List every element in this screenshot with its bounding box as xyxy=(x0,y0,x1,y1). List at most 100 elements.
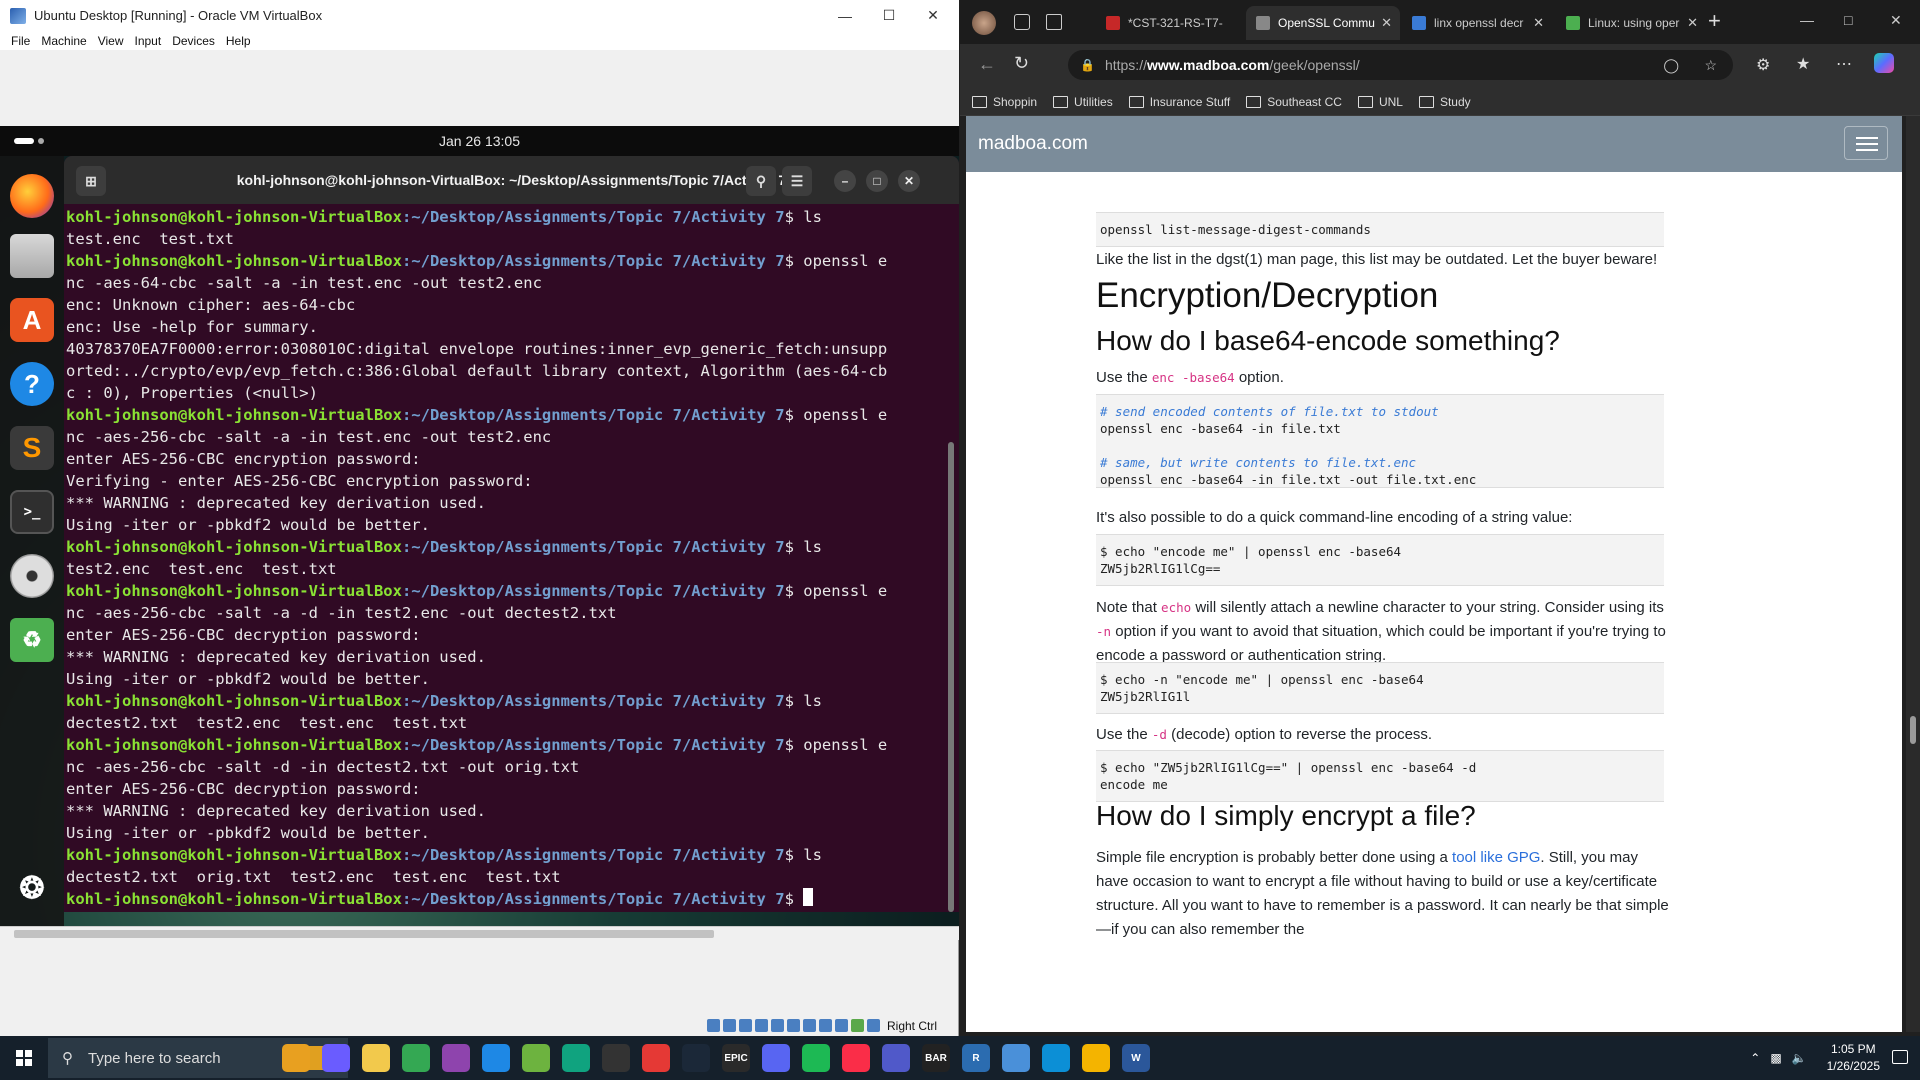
itunes-icon[interactable] xyxy=(842,1044,870,1072)
optical-icon[interactable] xyxy=(722,1019,736,1032)
menu-file[interactable]: File xyxy=(11,34,30,48)
more-menu-icon[interactable]: ⋯ xyxy=(1836,54,1852,74)
word-icon[interactable]: W xyxy=(1122,1044,1150,1072)
terminal-scrollbar[interactable] xyxy=(948,442,954,912)
workspaces-icon[interactable] xyxy=(1014,14,1030,30)
minimize-button[interactable]: — xyxy=(822,0,868,31)
tab-actions-icon[interactable] xyxy=(1046,14,1062,30)
topbar-clock[interactable]: Jan 26 13:05 xyxy=(0,126,959,156)
terminal-window[interactable]: ⊞ kohl-johnson@kohl-johnson-VirtualBox: … xyxy=(64,156,959,912)
menu-help[interactable]: Help xyxy=(226,34,251,48)
vscode-icon[interactable] xyxy=(482,1044,510,1072)
site-brand[interactable]: madboa.com xyxy=(978,133,1088,155)
refresh-icon[interactable]: ↻ xyxy=(1014,53,1029,74)
terminal-maximize-button[interactable]: □ xyxy=(866,170,888,192)
menu-devices[interactable]: Devices xyxy=(172,34,215,48)
browser-close-button[interactable]: ✕ xyxy=(1890,12,1902,29)
new-tab-icon[interactable]: ⊞ xyxy=(76,166,106,196)
folder-icon[interactable] xyxy=(362,1044,390,1072)
url-bar[interactable]: 🔒 https://www.madboa.com/geek/openssl/ ◯… xyxy=(1068,50,1733,80)
back-icon[interactable]: ← xyxy=(978,54,996,75)
copilot-icon[interactable] xyxy=(322,1044,350,1072)
firefox-icon[interactable] xyxy=(10,174,54,218)
profile-avatar[interactable] xyxy=(972,11,996,35)
menu-view[interactable]: View xyxy=(98,34,124,48)
trash-icon[interactable]: ♻ xyxy=(10,618,54,662)
explorer-icon[interactable] xyxy=(1082,1044,1110,1072)
page-scrollbar[interactable] xyxy=(1906,116,1920,1032)
recording-icon[interactable] xyxy=(818,1019,832,1032)
show-hidden-icons[interactable]: ⌃ xyxy=(1750,1051,1760,1065)
notification-icon[interactable] xyxy=(1892,1050,1908,1064)
hdd-icon[interactable] xyxy=(706,1019,720,1032)
network-icon[interactable]: ▩ xyxy=(1770,1051,1781,1065)
spotify-icon[interactable] xyxy=(802,1044,830,1072)
extensions-icon[interactable]: ⚙ xyxy=(1756,55,1770,75)
rstudio-icon[interactable]: R xyxy=(962,1044,990,1072)
close-button[interactable]: ✕ xyxy=(910,0,956,31)
vm-horizontal-scrollbar[interactable] xyxy=(0,926,959,940)
fav-folder-study[interactable]: Study xyxy=(1419,95,1471,109)
files-icon[interactable] xyxy=(10,234,54,278)
help-icon[interactable]: ? xyxy=(10,362,54,406)
lock-icon[interactable]: 🔒 xyxy=(1080,58,1095,72)
fav-folder-shoppin[interactable]: Shoppin xyxy=(972,95,1037,109)
taskbar-clock[interactable]: 1:05 PM 1/26/2025 xyxy=(1827,1041,1880,1075)
spring-icon[interactable] xyxy=(522,1044,550,1072)
display-icon[interactable] xyxy=(802,1019,816,1032)
app-center-icon[interactable]: A xyxy=(10,298,54,342)
show-apps-icon[interactable]: ❂ xyxy=(10,866,54,910)
fav-folder-unl[interactable]: UNL xyxy=(1358,95,1403,109)
shared-folder-icon[interactable] xyxy=(786,1019,800,1032)
keyboard-icon[interactable] xyxy=(866,1019,880,1032)
audio-icon[interactable] xyxy=(738,1019,752,1032)
menu-input[interactable]: Input xyxy=(135,34,162,48)
steam-icon[interactable] xyxy=(682,1044,710,1072)
tab-linux[interactable]: Linux: using oper ✕ xyxy=(1556,6,1706,40)
search-icon[interactable]: ⚲ xyxy=(746,166,776,196)
visual-studio-icon[interactable] xyxy=(442,1044,470,1072)
tab-openssl[interactable]: OpenSSL Commu ✕ xyxy=(1246,6,1400,40)
terminal-minimize-button[interactable]: – xyxy=(834,170,856,192)
mouse-icon[interactable] xyxy=(850,1019,864,1032)
volume-icon[interactable]: 🔈 xyxy=(1792,1051,1807,1065)
edge-icon[interactable] xyxy=(1042,1044,1070,1072)
browser-restore-button[interactable]: □ xyxy=(1844,12,1852,28)
terminal-icon[interactable]: >_ xyxy=(10,490,54,534)
close-tab-icon[interactable]: ✕ xyxy=(1381,15,1392,31)
dvd-icon[interactable] xyxy=(10,554,54,598)
reader-icon[interactable]: ◯ xyxy=(1663,57,1679,74)
sublime-text-icon[interactable]: S xyxy=(10,426,54,470)
new-tab-button[interactable]: + xyxy=(1708,8,1721,34)
epic-games-icon[interactable]: EPIC xyxy=(722,1044,750,1072)
discord-icon[interactable] xyxy=(762,1044,790,1072)
chrome-icon[interactable] xyxy=(402,1044,430,1072)
fav-folder-southeast-cc[interactable]: Southeast CC xyxy=(1246,95,1342,109)
tab-search[interactable]: linx openssl decr ✕ xyxy=(1402,6,1552,40)
inkscape-icon[interactable] xyxy=(602,1044,630,1072)
menu-machine[interactable]: Machine xyxy=(41,34,86,48)
file-explorer-icon[interactable] xyxy=(282,1044,310,1072)
browser-minimize-button[interactable]: — xyxy=(1800,12,1814,28)
virtualbox-icon[interactable] xyxy=(1002,1044,1030,1072)
usb-icon[interactable] xyxy=(770,1019,784,1032)
close-tab-icon[interactable]: ✕ xyxy=(1533,15,1544,31)
favorite-star-icon[interactable]: ☆ xyxy=(1704,57,1717,74)
teams-icon[interactable] xyxy=(882,1044,910,1072)
terminal-close-button[interactable]: ✕ xyxy=(898,170,920,192)
cpu-icon[interactable] xyxy=(834,1019,848,1032)
favorites-icon[interactable]: ★ xyxy=(1796,54,1810,74)
bar-icon[interactable]: BAR xyxy=(922,1044,950,1072)
fav-folder-insurance[interactable]: Insurance Stuff xyxy=(1129,95,1231,109)
gpg-link[interactable]: tool like GPG xyxy=(1452,849,1540,866)
copilot-icon[interactable] xyxy=(1874,53,1894,73)
tab-cst321[interactable]: *CST-321-RS-T7- xyxy=(1096,6,1224,40)
close-tab-icon[interactable]: ✕ xyxy=(1687,15,1698,31)
network-icon[interactable] xyxy=(754,1019,768,1032)
fav-folder-utilities[interactable]: Utilities xyxy=(1053,95,1113,109)
terminal-output[interactable]: kohl-johnson@kohl-johnson-VirtualBox:~/D… xyxy=(66,206,946,906)
maximize-button[interactable]: ☐ xyxy=(866,0,912,31)
chatgpt-icon[interactable] xyxy=(562,1044,590,1072)
hamburger-menu-icon[interactable] xyxy=(1844,126,1888,160)
hamburger-menu-icon[interactable]: ☰ xyxy=(782,166,812,196)
